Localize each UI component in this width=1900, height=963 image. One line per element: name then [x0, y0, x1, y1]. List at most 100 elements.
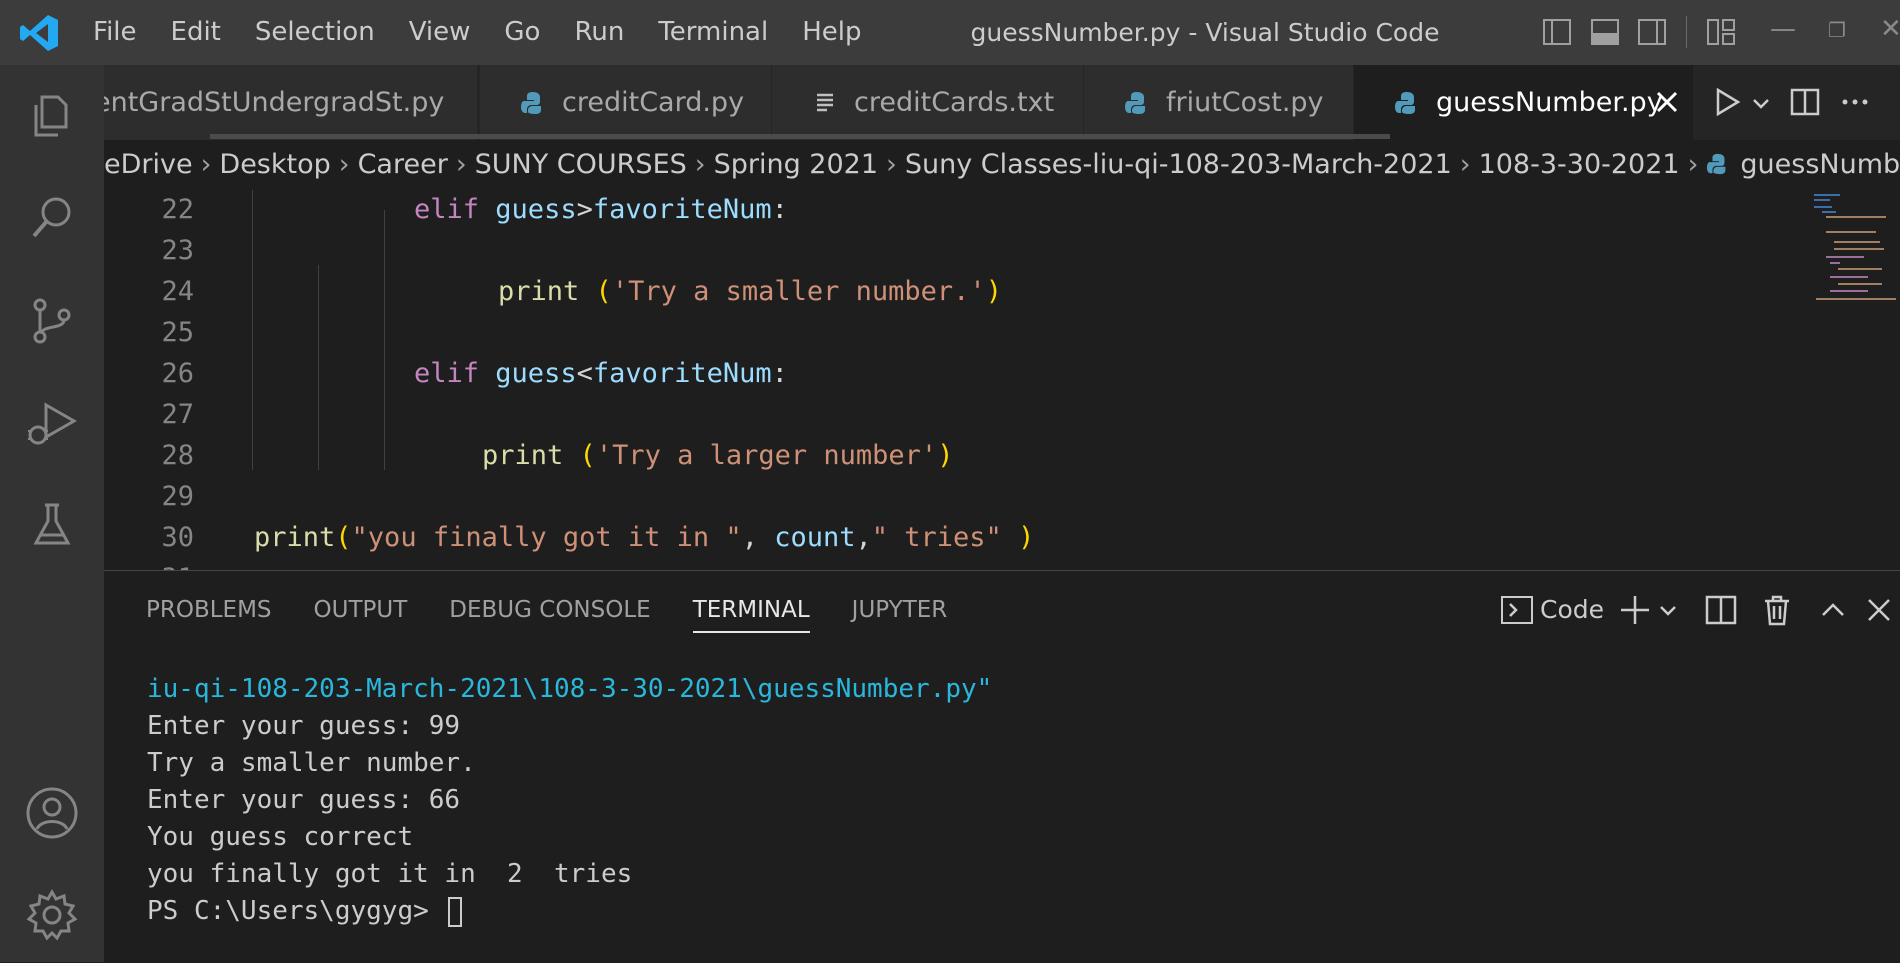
- code-token: 'Try a larger number': [595, 440, 938, 471]
- tab-jupyter[interactable]: JUPYTER: [852, 571, 948, 649]
- run-and-debug-icon[interactable]: [24, 395, 80, 451]
- menu-help[interactable]: Help: [785, 0, 878, 65]
- code-line[interactable]: elif guess>favoriteNum:: [414, 194, 788, 225]
- code-token: (: [335, 522, 352, 553]
- panel-tabs: PROBLEMS OUTPUT DEBUG CONSOLE TERMINAL J…: [104, 571, 947, 649]
- chevron-right-icon: ›: [200, 149, 212, 180]
- indent-guide: [252, 190, 253, 470]
- breadcrumb-item[interactable]: eDrive: [104, 149, 193, 180]
- tab-entgradstundergradst[interactable]: entGradStUndergradSt.py: [104, 65, 478, 140]
- terminal-line: iu-qi-108-203-March-2021\108-3-30-2021\g…: [147, 674, 993, 704]
- menu-go[interactable]: Go: [487, 0, 557, 65]
- toggle-primary-sidebar-icon[interactable]: [1542, 17, 1572, 47]
- run-python-file-icon[interactable]: [1712, 87, 1742, 117]
- code-line[interactable]: print ('Try a larger number'): [482, 440, 953, 471]
- python-icon: [1125, 91, 1145, 114]
- menu-selection[interactable]: Selection: [238, 0, 392, 65]
- accounts-icon[interactable]: [24, 785, 80, 841]
- chevron-down-icon[interactable]: [1658, 593, 1678, 627]
- breadcrumb-item[interactable]: SUNY COURSES: [475, 149, 687, 180]
- search-icon[interactable]: [24, 190, 80, 246]
- tab-label: friutCost.py: [1166, 87, 1324, 118]
- terminal-icon[interactable]: [1500, 593, 1534, 627]
- breadcrumb-item[interactable]: Suny Classes-liu-qi-108-203-March-2021: [905, 149, 1452, 180]
- indent-guide: [318, 265, 319, 470]
- terminal-line: you finally got it in 2 tries: [147, 859, 633, 889]
- breadcrumb-item[interactable]: Career: [358, 149, 448, 180]
- breadcrumb-item[interactable]: 108-3-30-2021: [1479, 149, 1680, 180]
- tab-debug-console[interactable]: DEBUG CONSOLE: [449, 571, 650, 649]
- code-line[interactable]: print("you finally got it in ", count," …: [254, 522, 1034, 553]
- new-terminal-plus-icon[interactable]: [1618, 593, 1652, 627]
- customize-layout-icon[interactable]: [1706, 17, 1736, 47]
- menu-view[interactable]: View: [392, 0, 488, 65]
- python-icon: [1707, 153, 1726, 175]
- tabs-scrollbar[interactable]: [210, 134, 1390, 139]
- line-number: 24: [161, 276, 194, 307]
- tab-creditcard[interactable]: creditCard.py: [480, 65, 772, 140]
- tab-creditcards-txt[interactable]: creditCards.txt: [772, 65, 1084, 140]
- vscode-logo-icon[interactable]: [18, 12, 60, 54]
- split-editor-icon[interactable]: [1790, 87, 1820, 117]
- terminal-name[interactable]: Code: [1540, 593, 1604, 627]
- indent-guide: [384, 210, 385, 265]
- chevron-down-icon[interactable]: [1752, 95, 1770, 113]
- code-token: (: [579, 440, 596, 471]
- close-window-icon[interactable]: ✕: [1880, 14, 1900, 44]
- tab-guessnumber[interactable]: guessNumber.py: [1354, 65, 1694, 140]
- menu-file[interactable]: File: [76, 0, 154, 65]
- more-actions-icon[interactable]: [1840, 87, 1870, 117]
- explorer-icon[interactable]: [24, 87, 80, 143]
- indent-guide: [384, 265, 385, 470]
- chevron-right-icon: ›: [694, 149, 706, 180]
- code-token: :: [771, 194, 788, 225]
- tab-label: creditCard.py: [562, 87, 745, 118]
- toggle-panel-icon[interactable]: [1590, 17, 1620, 47]
- editor-tabs: entGradStUndergradSt.py creditCard.py cr…: [104, 65, 1900, 140]
- tab-terminal[interactable]: TERMINAL: [692, 571, 810, 649]
- menu-bar: File Edit Selection View Go Run Terminal…: [76, 0, 879, 65]
- code-token: 'Try a smaller number.': [611, 276, 986, 307]
- code-line[interactable]: elif guess<favoriteNum:: [414, 358, 788, 389]
- tab-output[interactable]: OUTPUT: [314, 571, 408, 649]
- source-control-icon[interactable]: [24, 293, 80, 349]
- text-file-icon: [817, 93, 833, 111]
- activity-bar: [0, 65, 104, 962]
- split-terminal-icon[interactable]: [1704, 593, 1738, 627]
- code-token: ): [1018, 522, 1035, 553]
- code-token: :: [771, 358, 788, 389]
- terminal-line: Enter your guess: 66: [147, 785, 461, 815]
- line-number: 27: [161, 399, 194, 430]
- toggle-secondary-sidebar-icon[interactable]: [1637, 17, 1667, 47]
- breadcrumb-item[interactable]: Spring 2021: [714, 149, 878, 180]
- breadcrumb-item[interactable]: guessNumber.py: [1740, 149, 1900, 180]
- code-token: guess: [495, 194, 577, 225]
- testing-icon[interactable]: [24, 497, 80, 553]
- breadcrumb-item[interactable]: Desktop: [219, 149, 330, 180]
- manage-gear-icon[interactable]: [24, 887, 80, 943]
- trash-icon[interactable]: [1760, 593, 1794, 627]
- tab-friutcost[interactable]: friutCost.py: [1084, 65, 1354, 140]
- terminal-line: Enter your guess: 99: [147, 711, 461, 741]
- chevron-up-icon[interactable]: [1816, 593, 1850, 627]
- code-token: print: [254, 522, 336, 553]
- close-tab-icon[interactable]: [1654, 89, 1680, 115]
- restore-icon[interactable]: ❐: [1828, 18, 1846, 42]
- code-editor[interactable]: 22 elif guess>favoriteNum: 23 24 print ('Try…: [104, 190, 1900, 570]
- tab-problems[interactable]: PROBLEMS: [146, 571, 272, 649]
- menu-edit[interactable]: Edit: [154, 0, 238, 65]
- code-token: ): [937, 440, 954, 471]
- tab-label: entGradStUndergradSt.py: [104, 87, 445, 118]
- menu-terminal[interactable]: Terminal: [641, 0, 785, 65]
- title-separator: [1686, 16, 1687, 48]
- chevron-right-icon: ›: [886, 149, 897, 180]
- tab-label: guessNumber.py: [1436, 87, 1663, 118]
- minimize-icon[interactable]: —: [1770, 14, 1796, 44]
- menu-run[interactable]: Run: [557, 0, 641, 65]
- terminal-prompt-line[interactable]: PS C:\Users\gygyg>: [147, 893, 1847, 930]
- close-panel-icon[interactable]: [1862, 593, 1896, 627]
- minimap[interactable]: [1804, 190, 1900, 320]
- terminal-line: Try a smaller number.: [147, 748, 476, 778]
- terminal-output[interactable]: iu-qi-108-203-March-2021\108-3-30-2021\g…: [147, 671, 1847, 930]
- code-line[interactable]: print ('Try a smaller number.'): [498, 276, 1002, 307]
